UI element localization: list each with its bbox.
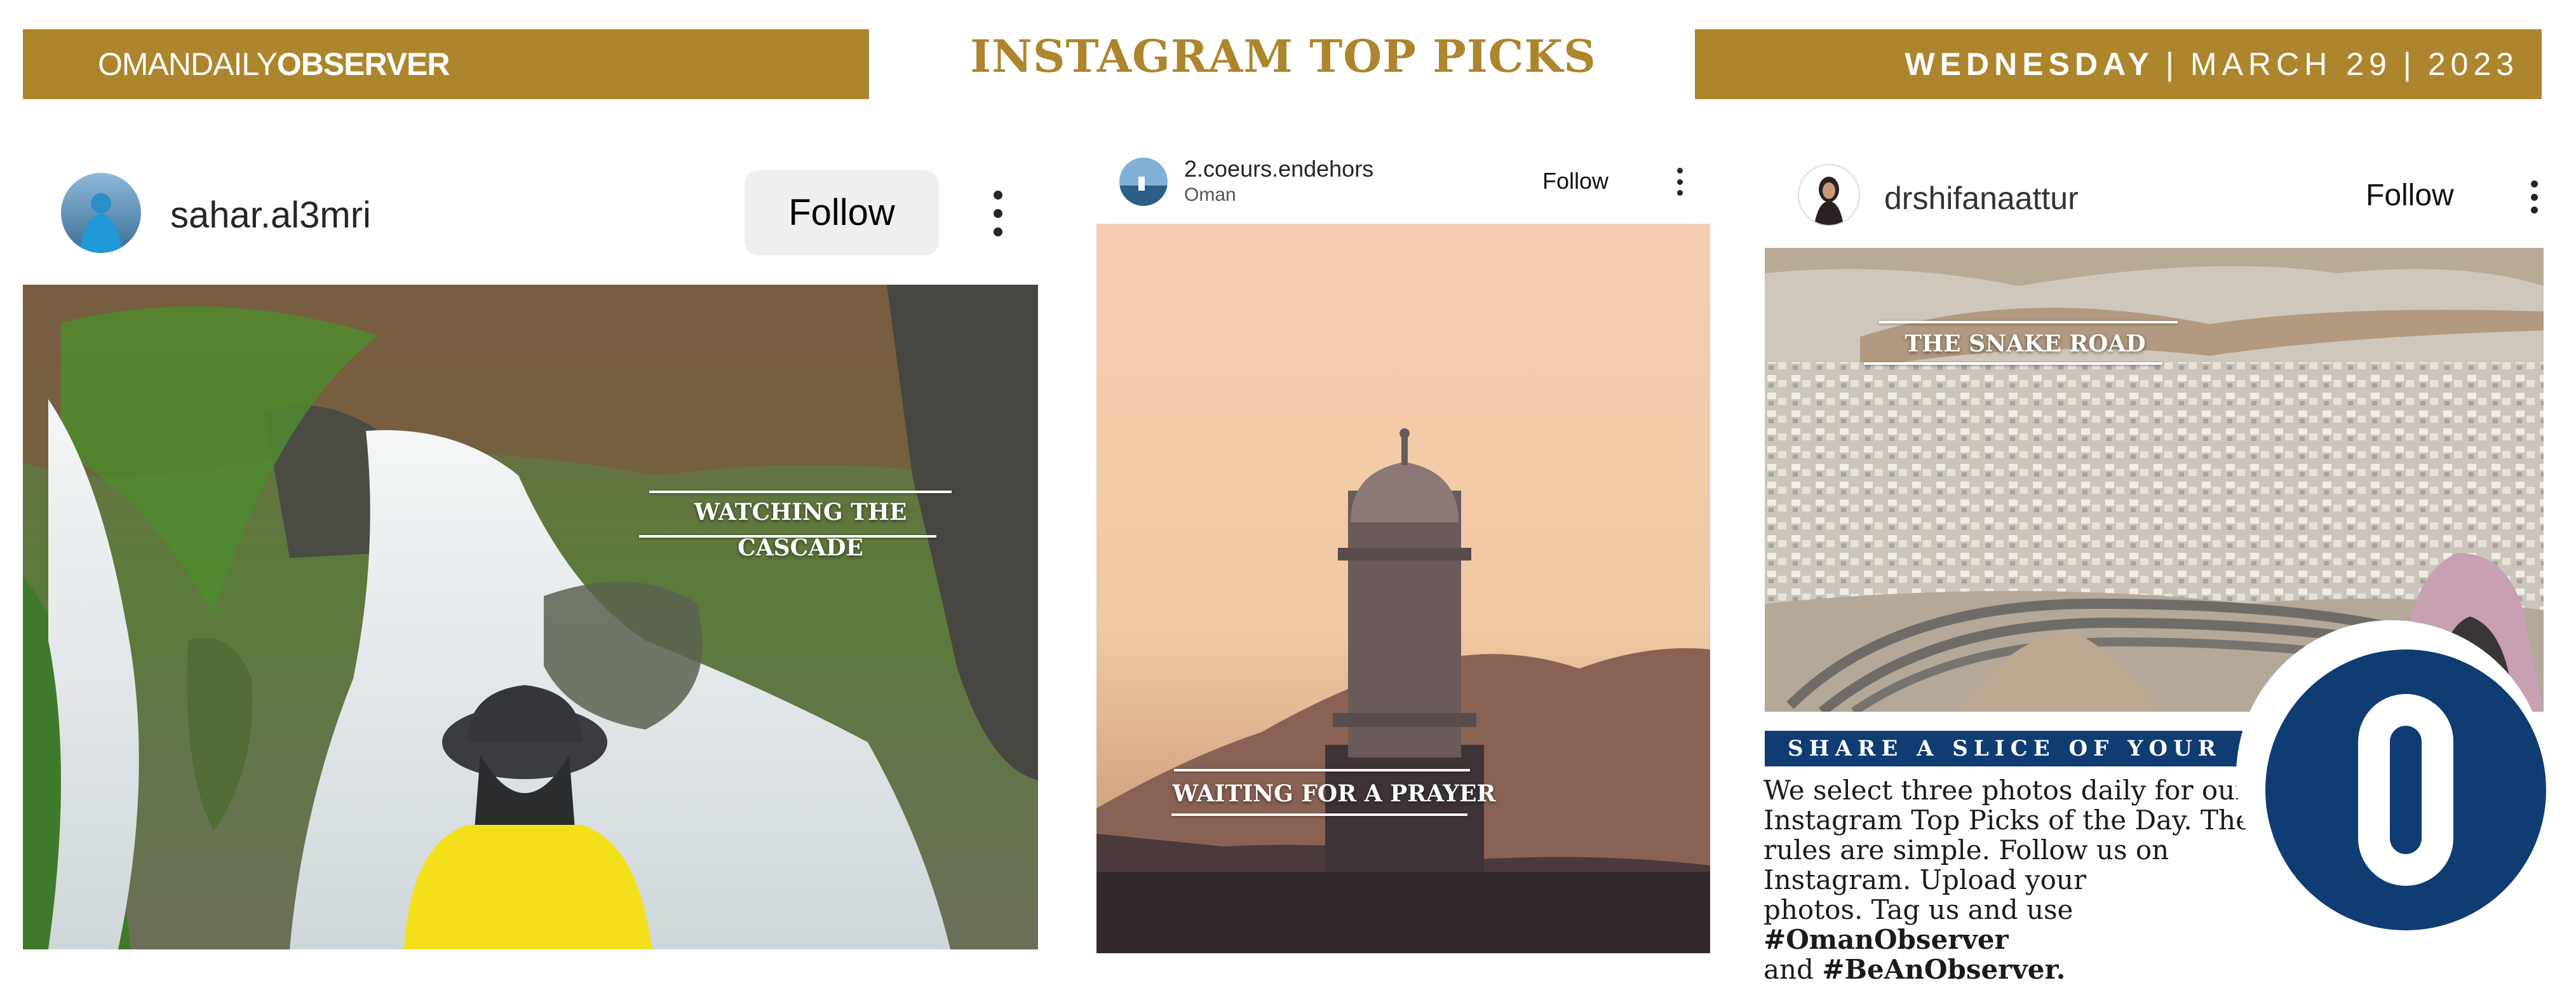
post1-more-options-icon[interactable] <box>988 191 1008 236</box>
hashtag-oman-observer[interactable]: #OmanObserver <box>1763 924 2009 955</box>
post1-photo <box>23 285 1038 949</box>
observer-logo <box>2265 649 2546 930</box>
dateline-year: 2023 <box>2427 46 2519 82</box>
post2-caption-rule-bottom <box>1171 813 1467 816</box>
observer-o-icon <box>2358 694 2453 886</box>
post2-caption-rule-top <box>1174 769 1470 771</box>
post1-caption-rule-top <box>649 491 952 493</box>
dateline: WEDNESDAY | MARCH 29 | 2023 <box>1905 42 2519 86</box>
post3-follow-button[interactable]: Follow <box>2366 177 2454 215</box>
post2-location[interactable]: Oman <box>1184 183 1236 207</box>
promo-line-2: Instagram Top Picks of the Day. The <box>1763 805 2251 836</box>
promo-line-5-text: photos. Tag us and use <box>1763 894 2074 925</box>
share-heading: SHARE A SLICE OF YOUR LIFE <box>1765 731 2242 797</box>
brand-bold-text: OBSERVER <box>276 46 450 82</box>
post3-avatar-image <box>1799 165 1859 225</box>
post1-avatar-image <box>61 173 141 253</box>
post1-waterfall-image <box>23 285 1038 949</box>
post2-username[interactable]: 2.coeurs.endehors <box>1184 155 1373 183</box>
post3-caption: THE SNAKE ROAD <box>1905 330 2146 357</box>
post3-caption-rule-top <box>1879 321 2178 323</box>
post2-minaret-image <box>1096 224 1710 953</box>
post2-avatar-image <box>1119 158 1168 206</box>
brand-light-text: OMANDAILY <box>98 46 278 82</box>
dateline-day: WEDNESDAY <box>1905 46 2154 82</box>
dateline-separator: | <box>2165 46 2179 82</box>
promo-body: We select three photos daily for our Ins… <box>1763 775 2284 984</box>
post2-more-options-icon[interactable] <box>1675 168 1685 196</box>
post2-avatar[interactable] <box>1119 158 1168 206</box>
post1-follow-button[interactable]: Follow <box>745 170 939 255</box>
post1-caption-rule-bottom <box>639 535 936 538</box>
brand-logo: OMANDAILYOBSERVER <box>98 42 450 86</box>
promo-line-4: Instagram. Upload your <box>1763 864 2087 895</box>
post1-username[interactable]: sahar.al3mri <box>170 193 371 238</box>
page-title: INSTAGRAM TOP PICKS <box>970 30 1596 83</box>
post2-caption: WAITING FOR A PRAYER <box>1172 780 1496 807</box>
post1-avatar[interactable] <box>61 173 141 253</box>
dateline-date: MARCH 29 <box>2190 46 2392 82</box>
promo-line-1: We select three photos daily for our <box>1763 775 2248 806</box>
promo-line-3: rules are simple. Follow us on <box>1763 834 2169 866</box>
post3-avatar[interactable] <box>1798 164 1860 226</box>
post2-follow-button[interactable]: Follow <box>1542 166 1608 196</box>
post3-more-options-icon[interactable] <box>2528 180 2540 214</box>
post3-caption-rule-bottom <box>1864 362 2162 365</box>
promo-line-5: photos. Tag us and use #OmanObserver <box>1763 895 2284 954</box>
post1-caption: WATCHING THE CASCADE <box>694 499 907 561</box>
post2-photo <box>1096 224 1710 953</box>
dateline-separator-2: | <box>2403 46 2417 82</box>
post3-username[interactable]: drshifanaattur <box>1884 179 2079 217</box>
